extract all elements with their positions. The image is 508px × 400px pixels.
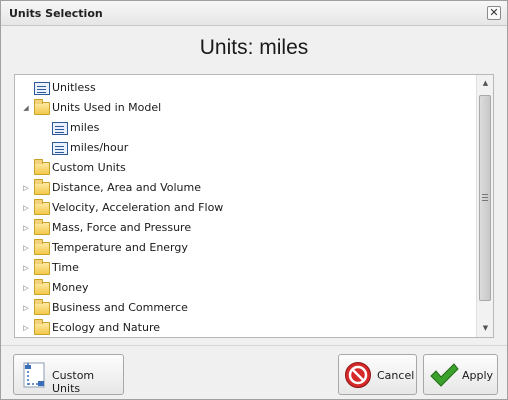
collapsed-arrow-icon[interactable]: ▷ (21, 218, 31, 238)
tree-item[interactable]: ▷ Business and Commerce (15, 298, 477, 318)
cancel-button-label: Cancel (377, 369, 415, 382)
no-entry-icon (345, 362, 371, 388)
apply-button-label: Apply (462, 369, 494, 382)
folder-icon (34, 179, 50, 195)
collapsed-arrow-icon[interactable]: ▷ (21, 258, 31, 278)
tree-item[interactable]: ▷ Temperature and Energy (15, 238, 477, 258)
tree-item[interactable]: ▷ Velocity, Acceleration and Flow (15, 198, 477, 218)
tree-item-label: Custom Units (52, 161, 126, 174)
unit-icon (52, 122, 68, 135)
custom-units-button[interactable]: Custom Units (13, 354, 124, 395)
tree-item[interactable]: ▷ Money (15, 278, 477, 298)
folder-icon (34, 279, 50, 295)
collapsed-arrow-icon[interactable]: ▷ (21, 238, 31, 258)
collapsed-arrow-icon[interactable]: ▷ (21, 178, 31, 198)
folder-icon (34, 219, 50, 235)
tree-item[interactable]: miles/hour (15, 138, 477, 158)
tree-item[interactable]: Unitless (15, 78, 477, 98)
checkmark-icon (430, 363, 459, 387)
tree-item[interactable]: miles (15, 118, 477, 138)
folder-icon (34, 159, 50, 175)
folder-icon (34, 299, 50, 315)
scroll-thumb[interactable] (479, 95, 491, 301)
tree-item-label: Ecology and Nature (52, 321, 160, 334)
heading-area: Units: miles (1, 27, 507, 67)
tree-item[interactable]: Custom Units (15, 158, 477, 178)
vertical-scrollbar[interactable]: ▲ ▼ (476, 75, 493, 337)
close-button[interactable]: ✕ (487, 6, 501, 20)
tree-item-label: Units Used in Model (52, 101, 162, 114)
expanded-arrow-icon[interactable]: ◢ (21, 98, 31, 118)
tree-item-label: Temperature and Energy (52, 241, 188, 254)
tree-item-label: Velocity, Acceleration and Flow (52, 201, 224, 214)
collapsed-arrow-icon[interactable]: ▷ (21, 298, 31, 318)
selected-units-heading: Units: miles (199, 36, 309, 59)
footer-separator (1, 345, 507, 346)
cancel-button[interactable]: Cancel (338, 354, 417, 395)
tree-item[interactable]: ▷ Ecology and Nature (15, 318, 477, 338)
unit-icon (52, 142, 68, 155)
folder-icon (34, 259, 50, 275)
window-title: Units Selection (9, 7, 103, 20)
tree-item-label: Mass, Force and Pressure (52, 221, 192, 234)
scroll-up-button[interactable]: ▲ (477, 75, 494, 92)
tree-item-label: Money (52, 281, 89, 294)
collapsed-arrow-icon[interactable]: ▷ (21, 318, 31, 338)
unit-icon (34, 82, 50, 95)
tree-item[interactable]: ▷ Distance, Area and Volume (15, 178, 477, 198)
units-tree[interactable]: Unitless ◢ Units Used in Model miles miles/h… (14, 74, 494, 338)
close-icon: ✕ (489, 6, 499, 19)
tree-item[interactable]: ◢ Units Used in Model (15, 98, 477, 118)
tree-item-label: Distance, Area and Volume (52, 181, 202, 194)
apply-button[interactable]: Apply (423, 354, 498, 395)
folder-icon (34, 99, 50, 115)
tree-item-label: Unitless (52, 81, 96, 94)
units-selection-dialog: Units Selection ✕ Units: miles Unitless ◢… (0, 0, 508, 400)
folder-icon (34, 199, 50, 215)
collapsed-arrow-icon[interactable]: ▷ (21, 278, 31, 298)
tree-item[interactable]: ▷ Mass, Force and Pressure (15, 218, 477, 238)
collapsed-arrow-icon[interactable]: ▷ (21, 198, 31, 218)
ruler-icon (23, 362, 45, 388)
title-bar: Units Selection ✕ (1, 1, 507, 26)
tree-item-label: Time (52, 261, 79, 274)
folder-icon (34, 239, 50, 255)
folder-icon (34, 319, 50, 335)
tree-item-label: miles/hour (70, 141, 129, 154)
tree-item-label: Business and Commerce (52, 301, 188, 314)
arrow-down-icon: ▼ (482, 324, 489, 332)
custom-units-button-label: Custom Units (52, 369, 95, 395)
scroll-down-button[interactable]: ▼ (477, 320, 494, 337)
arrow-up-icon: ▲ (482, 79, 489, 87)
tree-item-label: miles (70, 121, 100, 134)
tree-item[interactable]: ▷ Time (15, 258, 477, 278)
tree-rows: Unitless ◢ Units Used in Model miles miles/h… (15, 78, 477, 338)
grip-icon (482, 194, 488, 201)
